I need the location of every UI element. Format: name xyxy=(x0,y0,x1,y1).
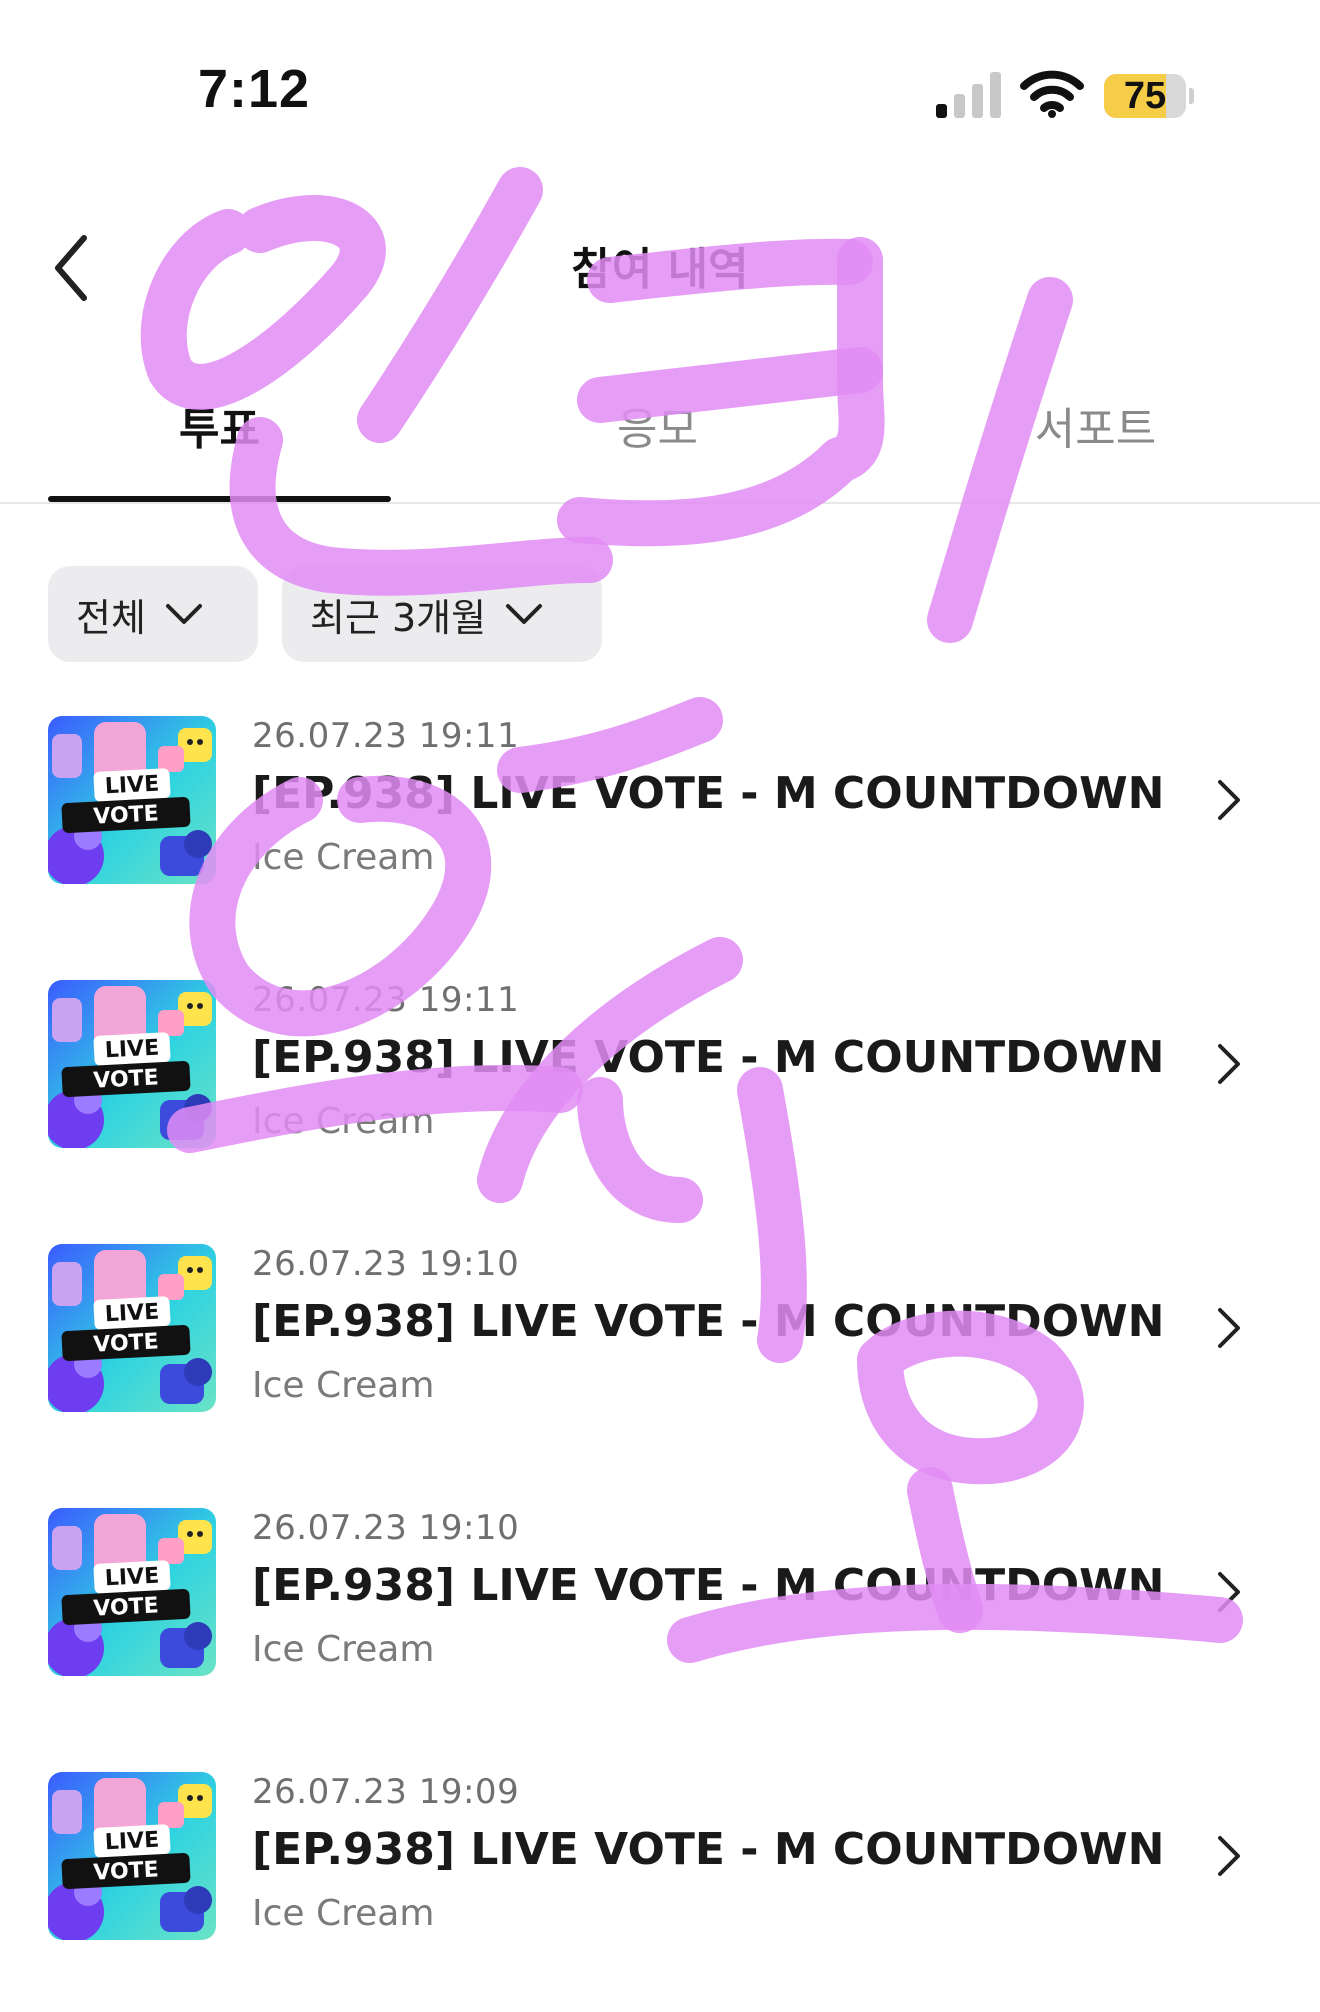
tab-support[interactable]: 서포트 xyxy=(924,392,1267,504)
chevron-down-icon xyxy=(506,604,543,624)
live-vote-thumbnail: LIVE VOTE xyxy=(48,1244,216,1412)
vote-title: [EP.938] LIVE VOTE - M COUNTDOWN xyxy=(252,1824,1165,1875)
battery-indicator: 75 xyxy=(1104,74,1194,118)
filter-period-dropdown[interactable]: 최근 3개월 xyxy=(282,566,602,662)
vote-choice: Ice Cream xyxy=(252,837,435,878)
tab-entry[interactable]: 응모 xyxy=(486,392,829,504)
thumbnail-vote-text: VOTE xyxy=(93,1329,160,1357)
filter-period-label: 최근 3개월 xyxy=(310,595,487,640)
chevron-right-icon xyxy=(1218,1308,1240,1348)
vote-choice: Ice Cream xyxy=(252,1629,435,1670)
chevron-right-icon xyxy=(1218,1836,1240,1876)
vote-date: 26.07.23 19:09 xyxy=(252,1772,520,1812)
vote-date: 26.07.23 19:10 xyxy=(252,1244,520,1284)
chevron-right-icon xyxy=(1218,1572,1240,1612)
vote-history-row[interactable]: LIVE VOTE 26.07.23 19:10 [EP.938] LIVE V… xyxy=(0,1508,1320,1684)
chevron-right-icon xyxy=(1218,1044,1240,1084)
vote-history-row[interactable]: LIVE VOTE 26.07.23 19:10 [EP.938] LIVE V… xyxy=(0,1244,1320,1420)
vote-history-row[interactable]: LIVE VOTE 26.07.23 19:11 [EP.938] LIVE V… xyxy=(0,716,1320,892)
vote-choice: Ice Cream xyxy=(252,1365,435,1406)
filter-type-label: 전체 xyxy=(76,595,146,640)
filter-type-dropdown[interactable]: 전체 xyxy=(48,566,258,662)
chevron-down-icon xyxy=(165,604,202,624)
status-time: 7:12 xyxy=(198,59,311,119)
wifi-icon xyxy=(1020,70,1084,118)
thumbnail-live-text: LIVE xyxy=(104,1564,159,1592)
tabs-divider xyxy=(0,502,1320,504)
vote-choice: Ice Cream xyxy=(252,1893,435,1934)
vote-title: [EP.938] LIVE VOTE - M COUNTDOWN xyxy=(252,1560,1165,1611)
thumbnail-vote-text: VOTE xyxy=(93,1857,160,1885)
live-vote-thumbnail: LIVE VOTE xyxy=(48,980,216,1148)
vote-title: [EP.938] LIVE VOTE - M COUNTDOWN xyxy=(252,1032,1165,1083)
tab-vote[interactable]: 투표 xyxy=(48,392,391,504)
vote-history-row[interactable]: LIVE VOTE 26.07.23 19:11 [EP.938] LIVE V… xyxy=(0,980,1320,1156)
vote-date: 26.07.23 19:11 xyxy=(252,716,520,756)
thumbnail-live-text: LIVE xyxy=(104,1300,159,1328)
vote-choice: Ice Cream xyxy=(252,1101,435,1142)
thumbnail-vote-text: VOTE xyxy=(93,1593,160,1621)
vote-title: [EP.938] LIVE VOTE - M COUNTDOWN xyxy=(252,1296,1165,1347)
vote-date: 26.07.23 19:11 xyxy=(252,980,520,1020)
live-vote-thumbnail: LIVE VOTE xyxy=(48,1772,216,1940)
tab-bar: 투표 응모 서포트 xyxy=(0,392,1320,504)
vote-date: 26.07.23 19:10 xyxy=(252,1508,520,1548)
thumbnail-vote-text: VOTE xyxy=(93,801,160,829)
vote-history-row[interactable]: LIVE VOTE 26.07.23 19:09 [EP.938] LIVE V… xyxy=(0,1772,1320,1948)
thumbnail-live-text: LIVE xyxy=(104,1036,159,1064)
page-title: 참여 내역 xyxy=(571,244,749,295)
status-bar: 7:12 75 xyxy=(0,0,1320,150)
thumbnail-live-text: LIVE xyxy=(104,1828,159,1856)
cellular-signal-icon xyxy=(936,72,1001,118)
chevron-right-icon xyxy=(1218,780,1240,820)
live-vote-thumbnail: LIVE VOTE xyxy=(48,716,216,884)
thumbnail-vote-text: VOTE xyxy=(93,1065,160,1093)
live-vote-thumbnail: LIVE VOTE xyxy=(48,1508,216,1676)
thumbnail-live-text: LIVE xyxy=(104,772,159,800)
vote-title: [EP.938] LIVE VOTE - M COUNTDOWN xyxy=(252,768,1165,819)
battery-percent: 75 xyxy=(1123,75,1167,117)
